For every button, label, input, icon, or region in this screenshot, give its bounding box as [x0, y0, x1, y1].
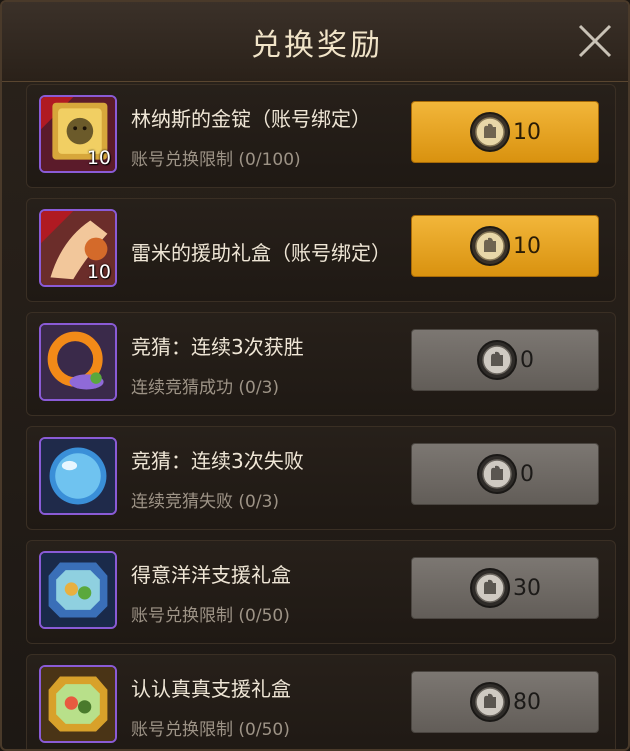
- reward-name: 得意洋洋支援礼盒: [131, 563, 291, 587]
- coin-icon: [477, 340, 517, 380]
- reward-thumbnail[interactable]: [39, 437, 117, 515]
- reward-thumbnail[interactable]: [39, 323, 117, 401]
- reward-name: 林纳斯的金锭（账号绑定）: [131, 107, 371, 131]
- reward-thumbnail[interactable]: [39, 551, 117, 629]
- close-button[interactable]: [576, 22, 614, 60]
- exchange-button[interactable]: 10: [411, 101, 599, 163]
- coin-icon: [477, 454, 517, 494]
- reward-limit: 连续竞猜失败 (0/3): [131, 492, 280, 512]
- gold-gift-box-icon: [41, 667, 115, 741]
- reward-name: 认认真真支援礼盒: [131, 677, 291, 701]
- coin-icon: [470, 682, 510, 722]
- exchange-button[interactable]: 0: [411, 329, 599, 391]
- exchange-button[interactable]: 30: [411, 557, 599, 619]
- reward-name: 雷米的援助礼盒（账号绑定）: [131, 241, 391, 265]
- exchange-price: 0: [520, 347, 534, 373]
- reward-thumbnail[interactable]: 10: [39, 209, 117, 287]
- exchange-reward-panel: 兑换奖励 10 林纳斯的金锭（账号绑定） 账号兑换限制 (0/100) 10 1…: [0, 0, 630, 751]
- reward-limit: 账号兑换限制 (0/50): [131, 720, 290, 740]
- coin-icon: [470, 568, 510, 608]
- reward-limit: 连续竞猜成功 (0/3): [131, 378, 280, 398]
- item-count: 10: [86, 147, 111, 169]
- item-count: 10: [86, 261, 111, 283]
- reward-row: 竞猜：连续3次失败 连续竞猜失败 (0/3) 0: [26, 426, 616, 530]
- exchange-button[interactable]: 10: [411, 215, 599, 277]
- exchange-button[interactable]: 80: [411, 671, 599, 733]
- close-icon: [578, 24, 612, 58]
- exchange-button[interactable]: 0: [411, 443, 599, 505]
- coin-icon: [470, 226, 510, 266]
- reward-row: 竞猜：连续3次获胜 连续竞猜成功 (0/3) 0: [26, 312, 616, 416]
- exchange-price: 30: [513, 575, 541, 601]
- reward-name: 竞猜：连续3次失败: [131, 449, 304, 473]
- reward-thumbnail[interactable]: 10: [39, 95, 117, 173]
- blue-gift-box-icon: [41, 553, 115, 627]
- reward-limit: 账号兑换限制 (0/100): [131, 150, 301, 170]
- exchange-price: 80: [513, 689, 541, 715]
- reward-row: 认认真真支援礼盒 账号兑换限制 (0/50) 80: [26, 654, 616, 749]
- reward-row: 10 林纳斯的金锭（账号绑定） 账号兑换限制 (0/100) 10: [26, 84, 616, 188]
- panel-title: 兑换奖励: [251, 28, 383, 63]
- crystal-orb-icon: [41, 439, 115, 513]
- reward-row: 得意洋洋支援礼盒 账号兑换限制 (0/50) 30: [26, 540, 616, 644]
- reward-name: 竞猜：连续3次获胜: [131, 335, 304, 359]
- reward-row: 10 雷米的援助礼盒（账号绑定） 10: [26, 198, 616, 302]
- exchange-price: 10: [513, 119, 541, 145]
- reward-thumbnail[interactable]: [39, 665, 117, 743]
- exchange-price: 10: [513, 233, 541, 259]
- exchange-price: 0: [520, 461, 534, 487]
- coin-icon: [470, 112, 510, 152]
- orange-ring-icon: [41, 325, 115, 399]
- reward-limit: 账号兑换限制 (0/50): [131, 606, 290, 626]
- panel-header: 兑换奖励: [2, 2, 628, 82]
